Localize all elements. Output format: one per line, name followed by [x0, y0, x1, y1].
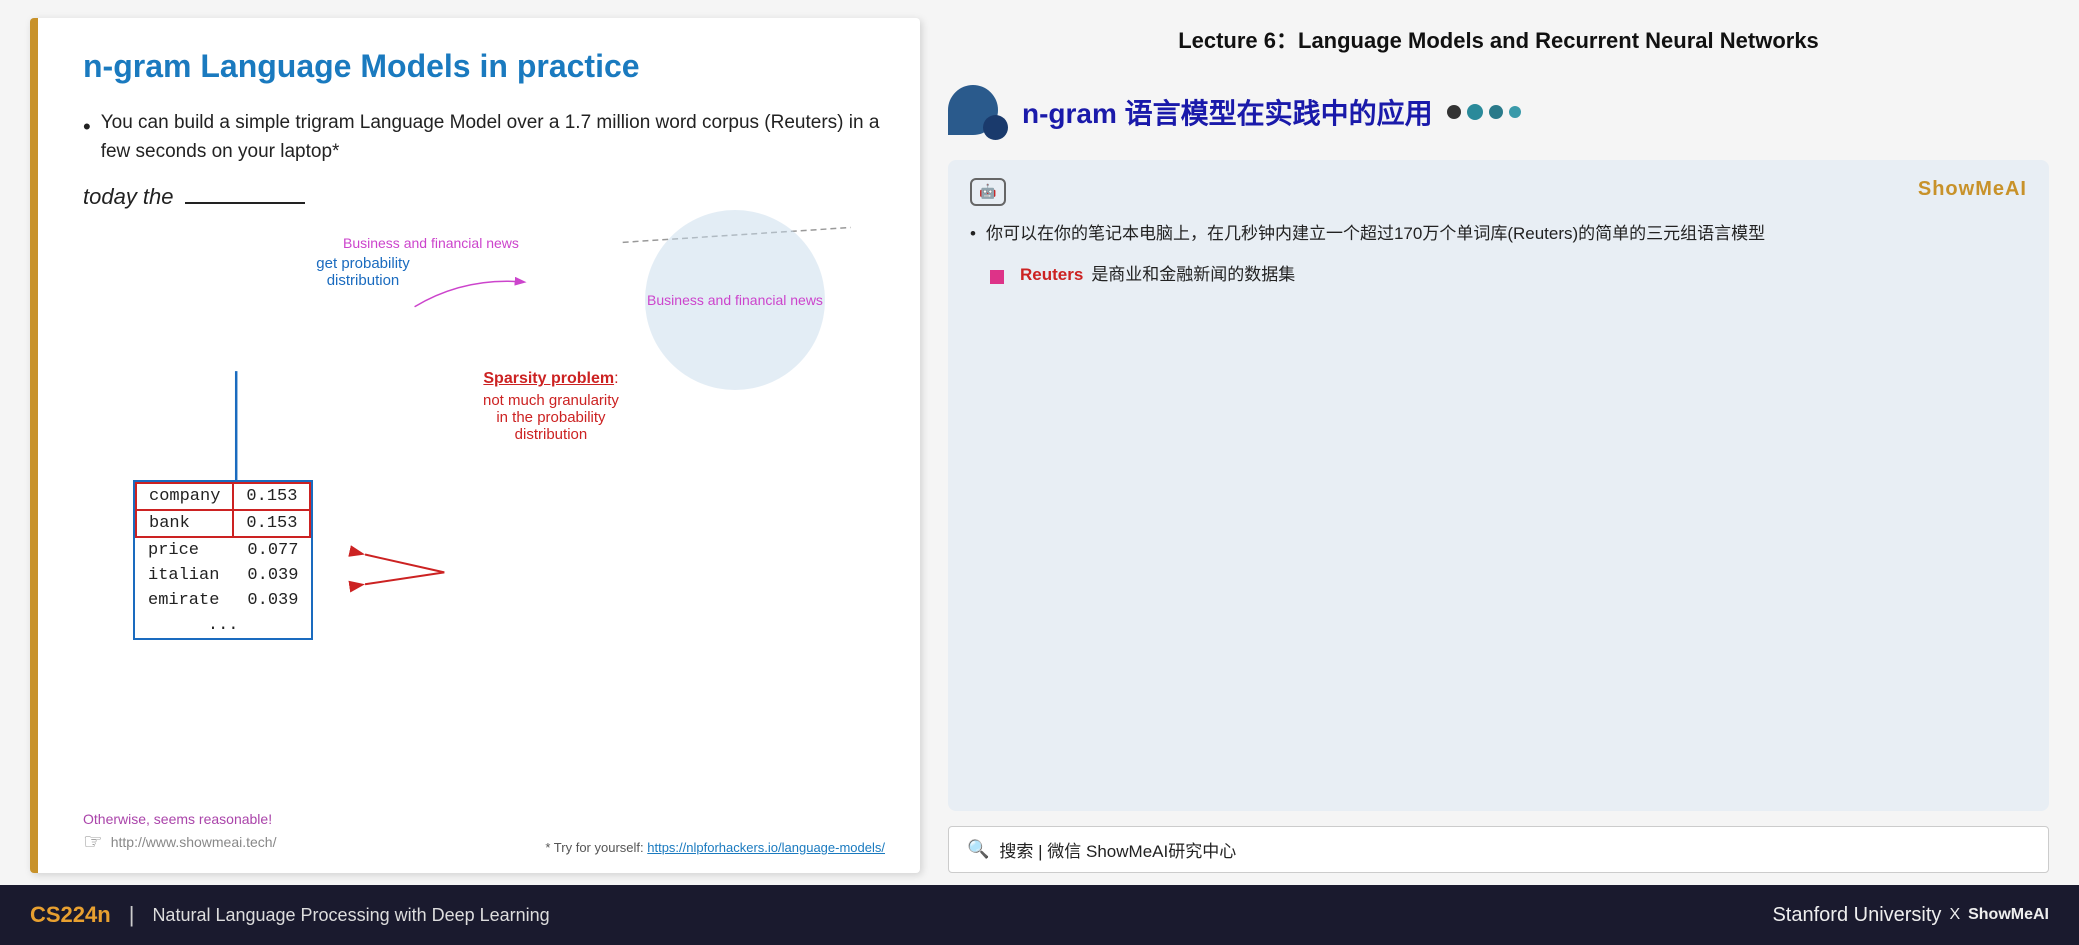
reuters-desc: 是商业和金融新闻的数据集: [1091, 261, 1295, 290]
footer-url: http://www.showmeai.tech/: [111, 834, 277, 850]
blue-arrow-label: get probabilitydistribution: [298, 255, 428, 289]
ai-icon: 🤖: [970, 178, 1006, 206]
lecture-header: Lecture 6：Language Models and Recurrent …: [948, 18, 2049, 65]
search-text: 搜索 | 微信 ShowMeAI研究中心: [999, 837, 1236, 862]
search-bar[interactable]: 🔍 搜索 | 微信 ShowMeAI研究中心: [948, 826, 2049, 873]
bullet-text-1: You can build a simple trigram Language …: [101, 109, 885, 166]
footer-left: Otherwise, seems reasonable! ☞ http://ww…: [83, 811, 276, 855]
footer-try: * Try for yourself:: [545, 840, 643, 855]
sparsity-desc: not much granularityin the probabilitydi…: [483, 392, 619, 443]
ngram-title-row: n-gram 语言模型在实践中的应用: [948, 85, 2049, 140]
credit-info: Stanford University X ShowMeAI: [1772, 904, 2049, 927]
prob-company: 0.153: [233, 483, 310, 510]
prob-table: company 0.153 bank 0.153 price 0.077 ita…: [135, 482, 311, 638]
slide-footer: Otherwise, seems reasonable! ☞ http://ww…: [38, 811, 920, 855]
course-code: CS224n: [30, 902, 111, 928]
slide-panel: n-gram Language Models in practice • You…: [30, 18, 920, 873]
cursor-icon: ☞: [83, 829, 103, 855]
footer-right: * Try for yourself: https://nlpforhacker…: [545, 840, 885, 855]
ngram-chinese-title: n-gram 语言模型在实践中的应用: [1022, 92, 1433, 132]
table-row-emirate: emirate 0.039: [136, 588, 310, 613]
bullet-point-1: • You can build a simple trigram Languag…: [83, 109, 885, 166]
word-price: price: [136, 537, 233, 563]
stanford-credit: Stanford University: [1772, 904, 1941, 927]
x-symbol: X: [1949, 906, 1960, 924]
footer-link: https://nlpforhackers.io/language-models…: [647, 840, 885, 855]
search-icon: 🔍: [967, 839, 989, 860]
course-name: Natural Language Processing with Deep Le…: [152, 905, 549, 926]
right-panel: Lecture 6：Language Models and Recurrent …: [938, 0, 2079, 885]
showmeai-credit: ShowMeAI: [1968, 906, 2049, 924]
bullet-dot: •: [83, 110, 91, 143]
table-row-price: price 0.077: [136, 537, 310, 563]
dot-dark: [1447, 105, 1461, 119]
table-row-bank: bank 0.153: [136, 510, 310, 537]
ngram-dots: [1447, 104, 1521, 120]
dot-teal2: [1489, 105, 1503, 119]
prob-emirate: 0.039: [233, 588, 310, 613]
ai-bullet-1-text: 你可以在你的笔记本电脑上，在几秒钟内建立一个超过170万个单词库(Reuters…: [986, 220, 1765, 249]
reuters-highlight: Reuters: [1020, 261, 1083, 290]
bottom-bar: CS224n | Natural Language Processing wit…: [0, 885, 2079, 945]
footer-reasonable: Otherwise, seems reasonable!: [83, 811, 276, 827]
showmeai-brand: ShowMeAI: [1918, 178, 2027, 201]
course-info: CS224n | Natural Language Processing wit…: [30, 902, 550, 928]
dot-teal3: [1509, 106, 1521, 118]
word-italian: italian: [136, 563, 233, 588]
table-row-ellipsis: ...: [136, 613, 310, 638]
ai-card: 🤖 ShowMeAI • 你可以在你的笔记本电脑上，在几秒钟内建立一个超过170…: [948, 160, 2049, 811]
prob-price: 0.077: [233, 537, 310, 563]
pink-arrow-label: Business and financial news: [343, 235, 519, 251]
word-company: company: [136, 483, 233, 510]
ai-content: • 你可以在你的笔记本电脑上，在几秒钟内建立一个超过170万个单词库(Reute…: [970, 220, 2027, 290]
course-divider: |: [129, 902, 135, 928]
ellipsis: ...: [136, 613, 310, 638]
word-emirate: emirate: [136, 588, 233, 613]
business-bubble: Business and financial news: [645, 210, 825, 390]
business-bubble-label: Business and financial news: [647, 292, 823, 308]
ai-bullet-1: • 你可以在你的笔记本电脑上，在几秒钟内建立一个超过170万个单词库(Reute…: [970, 220, 2027, 249]
ngram-icon-container: [948, 85, 1008, 140]
ai-bullet-dot: •: [970, 220, 976, 249]
table-row-company: company 0.153: [136, 483, 310, 510]
slide-title: n-gram Language Models in practice: [83, 48, 885, 85]
sparsity-label: Sparsity problem: [483, 370, 614, 387]
prob-italian: 0.039: [233, 563, 310, 588]
pink-square-icon: [990, 270, 1004, 284]
blank-underline: [185, 202, 305, 204]
ngram-icon-dot: [983, 115, 1008, 140]
sparsity-annotation: Sparsity problem: not much granularityin…: [483, 370, 619, 443]
reuters-line: Reuters 是商业和金融新闻的数据集: [970, 261, 2027, 290]
ai-card-header: 🤖 ShowMeAI: [970, 178, 2027, 206]
today-text: today the: [83, 184, 174, 209]
prob-table-container: company 0.153 bank 0.153 price 0.077 ita…: [133, 480, 313, 640]
today-line: today the: [83, 184, 885, 210]
table-row-italian: italian 0.039: [136, 563, 310, 588]
word-bank: bank: [136, 510, 233, 537]
prob-bank: 0.153: [233, 510, 310, 537]
dot-teal1: [1467, 104, 1483, 120]
